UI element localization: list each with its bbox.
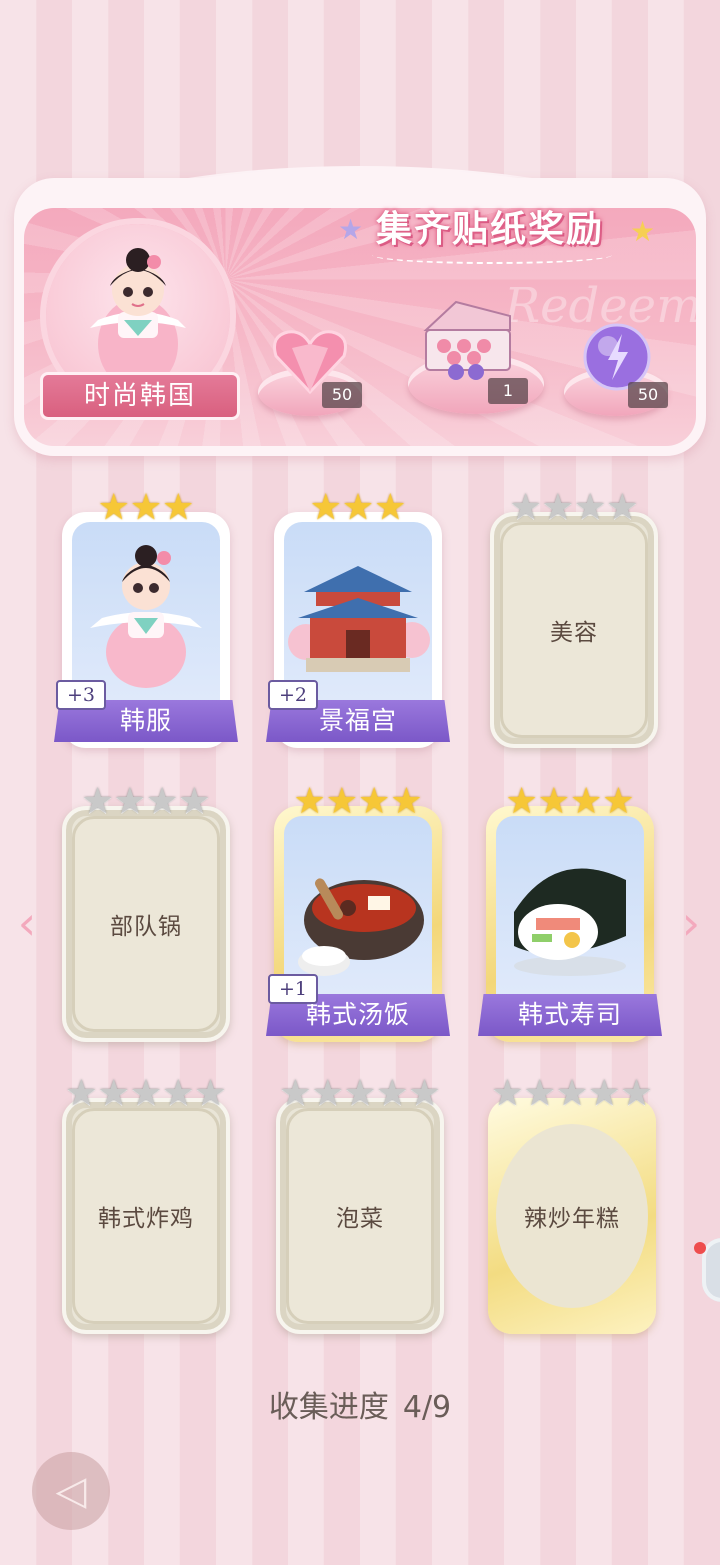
grey-star-icon: ★	[81, 781, 114, 822]
grey-star-icon: ★	[311, 1073, 344, 1114]
gift-box-icon	[423, 300, 511, 380]
title-dashed-underline	[372, 246, 612, 264]
next-page-arrow[interactable]: ›	[676, 898, 706, 948]
grey-star-icon: ★	[146, 781, 179, 822]
grey-star-icon: ★	[178, 781, 211, 822]
grey-star-icon: ★	[491, 1073, 524, 1114]
gold-star-icon: ★	[570, 781, 603, 822]
gold-star-icon: ★	[97, 487, 130, 528]
grey-star-icon: ★	[408, 1073, 441, 1114]
gold-star-icon: ★	[374, 487, 407, 528]
sticker-card[interactable]: 韩服 +3 ★ ★ ★	[54, 490, 238, 748]
grey-star-icon: ★	[541, 487, 574, 528]
gold-star-icon: ★	[537, 781, 570, 822]
star-rating: ★ ★ ★	[274, 490, 442, 526]
sticker-card[interactable]: 韩式汤饭 +1 ★ ★ ★ ★	[266, 784, 450, 1042]
reward-count-1: 50	[322, 382, 362, 408]
duplicate-count-badge: +3	[56, 680, 106, 710]
hanbok-girl-art	[72, 522, 220, 706]
grey-star-icon: ★	[343, 1073, 377, 1114]
kimbap-art	[496, 816, 644, 1000]
grey-star-icon: ★	[574, 487, 607, 528]
sticker-card[interactable]: 韩式寿司 ★ ★ ★ ★	[478, 784, 662, 1042]
grey-star-icon: ★	[376, 1073, 409, 1114]
gold-star-icon: ★	[309, 487, 342, 528]
duplicate-count-badge: +1	[268, 974, 318, 1004]
progress-value: 4/9	[402, 1390, 452, 1425]
notification-dot	[694, 1242, 706, 1254]
sticker-name-ribbon: 韩式寿司	[478, 994, 662, 1036]
grey-star-icon: ★	[162, 1073, 195, 1114]
korean-soup-rice-art	[284, 816, 432, 1000]
grey-star-icon: ★	[279, 1073, 312, 1114]
star-rating: ★ ★ ★ ★ ★	[276, 1076, 444, 1112]
theme-label: 时尚韩国	[40, 372, 240, 420]
sticker-card[interactable]: 辣炒年糕 ★ ★ ★ ★ ★	[488, 1076, 656, 1334]
gold-star-icon: ★	[341, 487, 375, 528]
sticker-name: 泡菜	[336, 1206, 384, 1232]
back-arrow-icon: ◁	[55, 1468, 87, 1514]
grey-star-icon: ★	[606, 487, 639, 528]
grey-star-icon: ★	[509, 487, 542, 528]
grey-star-icon: ★	[97, 1073, 130, 1114]
grey-star-icon: ★	[555, 1073, 589, 1114]
grey-star-icon: ★	[113, 781, 146, 822]
gold-star-icon: ★	[293, 781, 326, 822]
star-rating: ★ ★ ★ ★	[274, 784, 442, 820]
grey-star-icon: ★	[65, 1073, 98, 1114]
star-rating: ★ ★ ★ ★ ★	[62, 1076, 230, 1112]
star-rating: ★ ★ ★ ★	[62, 784, 230, 820]
collection-progress: 收集进度 4/9	[0, 1382, 720, 1426]
gold-star-icon: ★	[325, 781, 358, 822]
gold-star-icon: ★	[162, 487, 195, 528]
grey-star-icon: ★	[620, 1073, 653, 1114]
gold-star-icon: ★	[505, 781, 538, 822]
sticker-name: 部队锅	[110, 914, 182, 940]
sticker-card[interactable]: 部队锅 ★ ★ ★ ★	[62, 784, 230, 1042]
sticker-card[interactable]: 韩式炸鸡 ★ ★ ★ ★ ★	[62, 1076, 230, 1334]
sticker-card[interactable]: 景福宫 +2 ★ ★ ★	[266, 490, 450, 748]
duplicate-count-badge: +2	[268, 680, 318, 710]
grey-star-icon: ★	[129, 1073, 163, 1114]
reward-count-2: 1	[488, 378, 528, 404]
reward-item-gift-box[interactable]	[416, 296, 516, 380]
sticker-card[interactable]: 美容 ★ ★ ★ ★	[490, 490, 658, 748]
gold-star-icon: ★	[602, 781, 635, 822]
prev-page-arrow[interactable]: ‹	[12, 898, 42, 948]
yellow-star-icon: ★	[630, 215, 656, 248]
grey-star-icon: ★	[523, 1073, 556, 1114]
grey-star-icon: ★	[588, 1073, 621, 1114]
sticker-card[interactable]: 泡菜 ★ ★ ★ ★ ★	[276, 1076, 444, 1334]
sticker-name: 辣炒年糕	[524, 1206, 620, 1232]
star-rating: ★ ★ ★ ★	[490, 490, 658, 526]
grey-star-icon: ★	[194, 1073, 227, 1114]
gold-star-icon: ★	[390, 781, 423, 822]
back-button[interactable]: ◁	[32, 1452, 110, 1530]
sticker-name: 韩式炸鸡	[98, 1206, 194, 1232]
progress-label: 收集进度	[268, 1390, 389, 1425]
gold-star-icon: ★	[358, 781, 391, 822]
reward-count-3: 50	[628, 382, 668, 408]
star-rating: ★ ★ ★ ★	[486, 784, 654, 820]
sticker-name: 美容	[550, 620, 598, 646]
star-rating: ★ ★ ★	[62, 490, 230, 526]
star-rating: ★ ★ ★ ★ ★	[488, 1076, 656, 1112]
gold-star-icon: ★	[129, 487, 163, 528]
gyeongbokgung-palace-art	[284, 522, 432, 706]
